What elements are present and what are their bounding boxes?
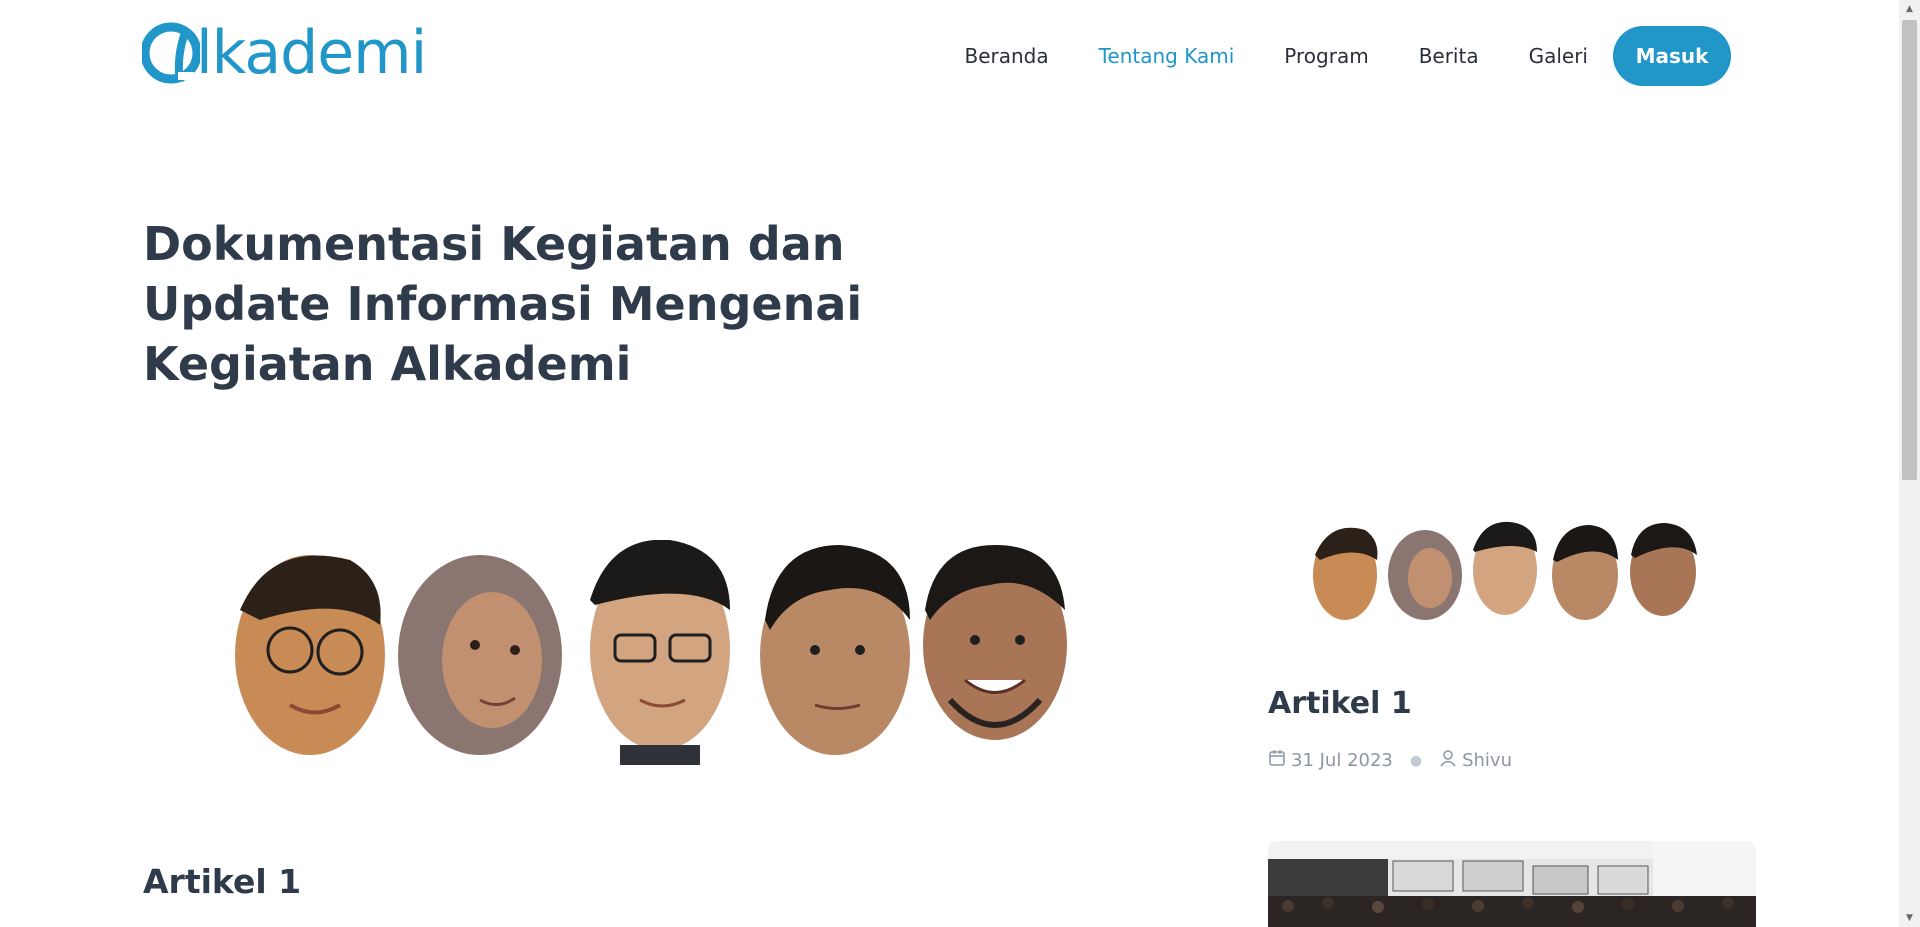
thumb-face-5 [1630,523,1697,616]
page: lkademi Beranda Tentang Kami Program Ber… [0,0,1920,927]
nav-beranda[interactable]: Beranda [964,44,1048,68]
thumb-face-1 [1313,527,1378,620]
nav-tentang-kami[interactable]: Tentang Kami [1099,44,1235,68]
logo-text: lkademi [196,18,427,88]
scroll-thumb[interactable] [1902,20,1917,480]
team-face-3 [590,540,730,765]
thumb-face-2 [1388,530,1462,620]
team-faces-image[interactable] [230,540,1070,770]
page-title: Dokumentasi Kegiatan dan Update Informas… [143,217,863,391]
nav-program[interactable]: Program [1284,44,1368,68]
thumb-face-3 [1473,521,1537,615]
logo-a-icon [142,22,200,84]
article-title[interactable]: Artikel 1 [143,862,301,901]
team-face-1 [235,555,385,755]
logo[interactable]: lkademi [142,18,427,88]
team-face-4 [760,545,910,755]
sidebar-article-meta: 31 Jul 2023 ● Shivu [1268,749,1512,772]
thumb-face-4 [1552,525,1618,620]
scroll-up-arrow-icon[interactable]: ▲ [1899,0,1920,18]
main-nav: Beranda Tentang Kami Program Berita Gale… [914,26,1731,86]
team-face-5 [923,545,1067,740]
meta-separator: ● [1409,752,1423,769]
article-date: 31 Jul 2023 [1291,750,1393,771]
user-icon [1439,749,1457,772]
nav-berita[interactable]: Berita [1419,44,1479,68]
sidebar-event-photo[interactable] [1268,841,1756,927]
page-scrollbar[interactable]: ▲ ▼ [1899,0,1920,927]
team-face-2 [398,555,562,755]
calendar-icon [1268,749,1286,772]
article-author: Shivu [1462,750,1512,771]
nav-galeri[interactable]: Galeri [1529,44,1588,68]
sidebar-article-thumbnail[interactable] [1305,520,1705,625]
sidebar-article-title[interactable]: Artikel 1 [1268,686,1412,721]
scroll-down-arrow-icon[interactable]: ▼ [1899,909,1920,927]
login-button[interactable]: Masuk [1613,26,1731,86]
